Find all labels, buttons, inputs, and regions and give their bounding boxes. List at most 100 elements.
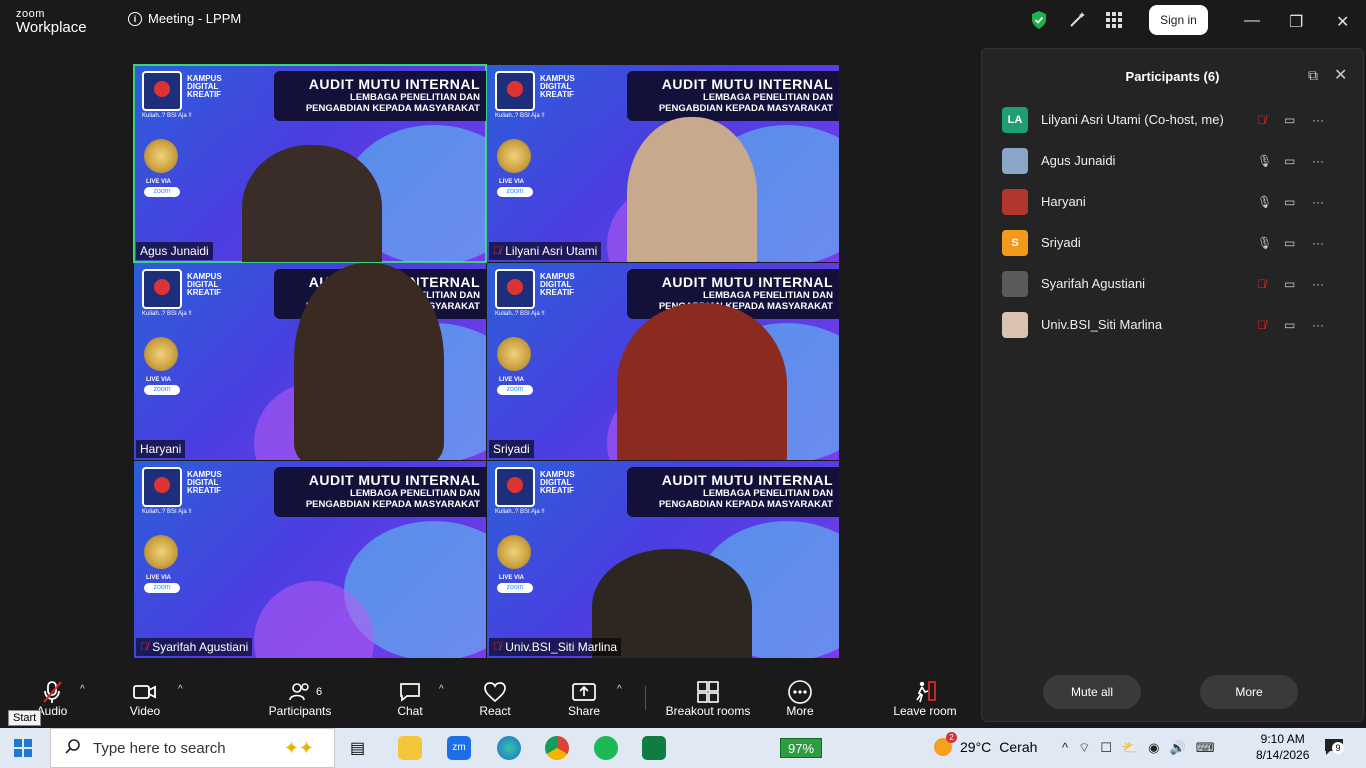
video-tile[interactable]: KAMPUS DIGITAL KREATIF Kuliah..? BSI Aja… xyxy=(487,461,839,658)
leave-room-button[interactable]: Leave room xyxy=(892,680,958,718)
tagline: Kuliah..? BSI Aja !! xyxy=(142,113,192,119)
close-panel-icon[interactable]: ✕ xyxy=(1334,65,1347,85)
kampus-text: KAMPUS DIGITAL KREATIF xyxy=(187,74,222,99)
task-view-icon[interactable]: ▤ xyxy=(350,738,365,758)
tile-participant-name: Univ.BSI_Siti Marlina xyxy=(505,640,618,654)
video-button[interactable]: Video xyxy=(124,680,166,718)
mic-muted-icon[interactable]: 🎙̸ xyxy=(1257,277,1266,291)
shield-icon[interactable] xyxy=(1030,10,1048,35)
participant-row[interactable]: LA Lilyani Asri Utami (Co-host, me) 🎙̸ ▭… xyxy=(982,99,1363,140)
mic-icon[interactable]: 🎙 xyxy=(1257,195,1272,209)
more-options-icon[interactable]: ··· xyxy=(1312,113,1324,127)
banner-line-3: PENGABDIAN KEPADA MASYARAKAT xyxy=(305,103,480,114)
mic-icon[interactable]: 🎙 xyxy=(1257,154,1272,168)
meeting-info[interactable]: i Meeting - LPPM xyxy=(128,11,241,26)
edge-icon[interactable] xyxy=(497,736,521,760)
event-banner: AUDIT MUTU INTERNAL LEMBAGA PENELITIAN D… xyxy=(627,71,839,121)
participant-row[interactable]: Univ.BSI_Siti Marlina 🎙̸ ▭ ··· xyxy=(982,304,1363,345)
mic-icon[interactable]: 🎙 xyxy=(1257,236,1272,250)
audio-options-caret[interactable]: ^ xyxy=(80,684,85,695)
minimize-icon[interactable]: — xyxy=(1244,12,1260,30)
kampus-text: KAMPUS DIGITAL KREATIF xyxy=(187,470,222,495)
react-button[interactable]: React xyxy=(476,680,514,718)
video-off-icon[interactable]: ▭ xyxy=(1284,113,1295,127)
file-explorer-icon[interactable] xyxy=(398,736,422,760)
participant-row[interactable]: S Sriyadi 🎙 ▭ ··· xyxy=(982,222,1363,263)
sign-in-button[interactable]: Sign in xyxy=(1149,5,1208,35)
video-off-icon[interactable]: ▭ xyxy=(1284,195,1295,209)
video-tile[interactable]: KAMPUS DIGITAL KREATIF Kuliah..? BSI Aja… xyxy=(134,263,486,460)
chat-bubble-icon xyxy=(394,680,426,704)
tile-name-tag: Agus Junaidi xyxy=(136,242,213,260)
kampus-logo: KAMPUS DIGITAL KREATIF xyxy=(142,269,232,309)
kampus-text: KAMPUS DIGITAL KREATIF xyxy=(540,470,575,495)
banner-line-2: LEMBAGA PENELITIAN DAN xyxy=(702,290,833,301)
zoom-app-icon[interactable]: zm xyxy=(447,736,471,760)
event-banner: AUDIT MUTU INTERNAL LEMBAGA PENELITIAN D… xyxy=(274,71,486,121)
chat-options-caret[interactable]: ^ xyxy=(439,684,444,695)
mute-all-button[interactable]: Mute all xyxy=(1043,675,1141,709)
zoom-chip: zoom xyxy=(144,187,180,197)
mic-muted-icon[interactable]: 🎙̸ xyxy=(1257,113,1266,127)
apps-grid-icon[interactable] xyxy=(1106,12,1122,33)
video-options-caret[interactable]: ^ xyxy=(178,684,183,695)
excel-icon[interactable] xyxy=(642,736,666,760)
video-off-icon[interactable]: ▭ xyxy=(1284,277,1295,291)
tagline: Kuliah..? BSI Aja !! xyxy=(495,311,545,317)
notification-icon[interactable]: 9 xyxy=(1324,738,1346,758)
battery-indicator[interactable]: 97% xyxy=(780,738,822,758)
video-tile[interactable]: KAMPUS DIGITAL KREATIF Kuliah..? BSI Aja… xyxy=(487,263,839,460)
share-label: Share xyxy=(567,704,601,718)
mic-muted-icon: 🎙̸ xyxy=(140,641,149,653)
participant-row[interactable]: Agus Junaidi 🎙 ▭ ··· xyxy=(982,140,1363,181)
banner-line-2: LEMBAGA PENELITIAN DAN xyxy=(702,488,833,499)
taskbar-search[interactable]: Type here to search ✦✦ xyxy=(50,728,335,768)
participant-row[interactable]: Haryani 🎙 ▭ ··· xyxy=(982,181,1363,222)
close-window-icon[interactable]: ✕ xyxy=(1336,12,1349,32)
chrome-icon[interactable] xyxy=(545,736,569,760)
share-button[interactable]: Share xyxy=(566,680,602,718)
panel-more-button[interactable]: More xyxy=(1200,675,1298,709)
participants-button[interactable]: 6 Participants xyxy=(266,680,334,718)
more-options-icon[interactable]: ··· xyxy=(1312,236,1324,250)
search-placeholder: Type here to search xyxy=(93,739,226,757)
more-button[interactable]: More xyxy=(784,680,816,718)
university-logo xyxy=(495,71,535,111)
react-label: React xyxy=(479,704,511,718)
more-options-icon[interactable]: ··· xyxy=(1312,154,1324,168)
magic-wand-icon[interactable] xyxy=(1068,11,1086,34)
video-off-icon[interactable]: ▭ xyxy=(1284,318,1295,332)
spotify-icon[interactable] xyxy=(594,736,618,760)
participant-name: Agus Junaidi xyxy=(1041,153,1116,168)
mic-muted-icon[interactable]: 🎙̸ xyxy=(1257,318,1266,332)
restore-icon[interactable]: ❐ xyxy=(1289,12,1303,32)
windows-start-icon[interactable] xyxy=(14,739,32,762)
participants-list: LA Lilyani Asri Utami (Co-host, me) 🎙̸ ▭… xyxy=(982,99,1363,345)
taskbar-clock[interactable]: 9:10 AM 8/14/2026 xyxy=(1256,731,1309,763)
video-off-icon[interactable]: ▭ xyxy=(1284,236,1295,250)
system-tray-icons[interactable]: ^⌔☐⛅◉🔊⌨ xyxy=(1062,740,1224,756)
breakout-rooms-button[interactable]: Breakout rooms xyxy=(664,680,752,718)
clock-time: 9:10 AM xyxy=(1260,732,1305,746)
chat-button[interactable]: Chat xyxy=(394,680,426,718)
tagline: Kuliah..? BSI Aja !! xyxy=(142,311,192,317)
more-options-icon[interactable]: ··· xyxy=(1312,277,1324,291)
pop-out-icon[interactable]: ⧉ xyxy=(1308,67,1318,84)
share-options-caret[interactable]: ^ xyxy=(617,684,622,695)
more-options-icon[interactable]: ··· xyxy=(1312,195,1324,209)
tagline: Kuliah..? BSI Aja !! xyxy=(142,509,192,515)
live-via-label: LIVE VIA xyxy=(499,575,525,581)
tile-participant-name: Syarifah Agustiani xyxy=(152,640,249,654)
kampus-logo: KAMPUS DIGITAL KREATIF xyxy=(495,71,585,111)
video-tile[interactable]: KAMPUS DIGITAL KREATIF Kuliah..? BSI Aja… xyxy=(134,461,486,658)
participant-row[interactable]: Syarifah Agustiani 🎙̸ ▭ ··· xyxy=(982,263,1363,304)
weather-widget[interactable]: 2 29°C Cerah xyxy=(934,732,1037,756)
more-options-icon[interactable]: ··· xyxy=(1312,318,1324,332)
banner-line-1: AUDIT MUTU INTERNAL xyxy=(661,76,833,92)
video-camera-icon xyxy=(124,680,166,704)
video-tile[interactable]: KAMPUS DIGITAL KREATIF Kuliah..? BSI Aja… xyxy=(487,65,839,262)
weather-badge: 2 xyxy=(946,732,957,743)
participant-video xyxy=(617,303,787,460)
video-off-icon[interactable]: ▭ xyxy=(1284,154,1295,168)
video-tile[interactable]: KAMPUS DIGITAL KREATIF Kuliah..? BSI Aja… xyxy=(133,64,487,263)
